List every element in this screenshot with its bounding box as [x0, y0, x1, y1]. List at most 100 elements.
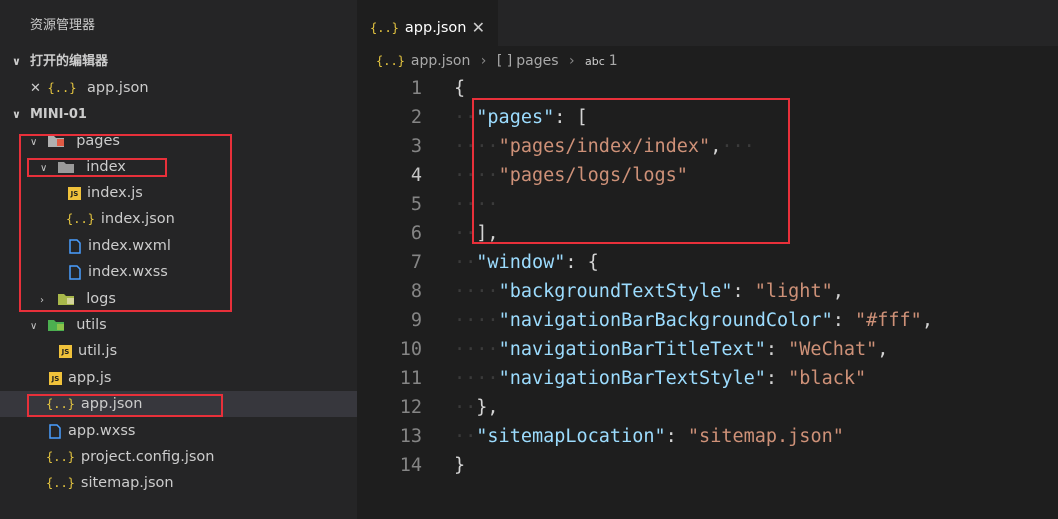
whitespace-marker: ··	[454, 252, 477, 273]
line-number: 14	[399, 455, 422, 476]
tree-label: app.js	[68, 370, 112, 386]
code-token: {	[454, 78, 466, 99]
json-file-icon: {..}	[47, 81, 77, 95]
code-token: "black"	[788, 368, 867, 389]
code-token: ,	[877, 339, 889, 360]
breadcrumb-file[interactable]: app.json	[411, 53, 470, 69]
line-number: 5	[410, 194, 422, 215]
array-icon: [ ]	[496, 53, 513, 69]
code-token: ,	[832, 281, 844, 302]
code-token: "sitemapLocation"	[476, 426, 666, 447]
code-token: :	[832, 310, 855, 331]
code-token: ,	[921, 310, 933, 331]
chevron-down-icon: ∨	[30, 321, 38, 332]
code-token: "navigationBarTitleText"	[498, 339, 766, 360]
tree-file-project-config[interactable]: {..} project.config.json	[46, 444, 214, 470]
code-token: :	[732, 281, 755, 302]
js-file-icon: JS	[59, 344, 72, 358]
code-token: "window"	[476, 252, 566, 273]
code-token: :	[665, 426, 688, 447]
line-number: 7	[410, 252, 422, 273]
code-line: 10 ····"navigationBarTitleText": "WeChat"…	[358, 335, 1058, 364]
whitespace-marker: ····	[454, 310, 499, 331]
line-number: 9	[410, 310, 422, 331]
json-file-icon: {..}	[46, 450, 75, 464]
line-number: 11	[399, 368, 422, 389]
line-number: 6	[410, 223, 422, 244]
line-number: 2	[410, 107, 422, 128]
code-token: :	[765, 368, 789, 389]
explorer-sidebar: 资源管理器 ∨ 打开的编辑器 ✕ {..} app.json ∨ MINI-01…	[0, 0, 357, 519]
code-token: "#fff"	[854, 310, 922, 331]
chevron-right-icon: ›	[568, 53, 575, 69]
line-number: 4	[410, 165, 422, 186]
project-header[interactable]: ∨ MINI-01	[0, 101, 357, 128]
tab-bar: {..} app.json ✕	[358, 0, 1058, 54]
code-token: },	[476, 397, 499, 418]
code-token: : {	[565, 252, 599, 273]
tree-file-sitemap[interactable]: {..} sitemap.json	[46, 470, 174, 496]
code-line: 13 ··"sitemapLocation": "sitemap.json"	[358, 422, 1058, 451]
explorer-title: 资源管理器	[30, 18, 96, 33]
breadcrumb: {..} app.json › [ ] pages › abc 1	[376, 50, 618, 72]
line-number: 12	[399, 397, 422, 418]
code-line: 9 ····"navigationBarBackgroundColor": "#f…	[358, 306, 1058, 335]
code-line: 11 ····"navigationBarTextStyle": "black"	[358, 364, 1058, 393]
json-file-icon: {..}	[46, 476, 75, 490]
tree-label: app.wxss	[68, 423, 136, 439]
highlight-box-index	[27, 158, 167, 177]
chevron-down-icon: ∨	[12, 55, 21, 68]
file-icon	[49, 423, 61, 439]
json-file-icon: {..}	[376, 54, 405, 68]
chevron-down-icon: ∨	[12, 108, 21, 121]
tree-label: util.js	[78, 343, 118, 359]
highlight-box-pages-array	[472, 98, 790, 244]
tab-label: app.json	[404, 20, 467, 36]
js-file-icon: JS	[49, 371, 62, 385]
line-number: 8	[410, 281, 422, 302]
line-number: 10	[399, 339, 422, 360]
highlight-box-app-json	[27, 394, 223, 417]
breadcrumb-key[interactable]: pages	[516, 53, 558, 69]
open-editors-header[interactable]: ∨ 打开的编辑器	[0, 48, 357, 75]
code-token: "navigationBarTextStyle"	[498, 368, 766, 389]
code-line: 8 ····"backgroundTextStyle": "light",	[358, 277, 1058, 306]
code-token: "navigationBarBackgroundColor"	[498, 310, 833, 331]
code-line: 12 ··},	[358, 393, 1058, 422]
project-label: MINI-01	[30, 107, 87, 122]
tree-label: sitemap.json	[80, 475, 174, 491]
code-token: "sitemap.json"	[687, 426, 844, 447]
close-icon[interactable]: ✕	[472, 0, 485, 56]
chevron-right-icon: ›	[480, 53, 487, 69]
code-token: }	[454, 455, 466, 476]
line-number: 1	[410, 78, 422, 99]
line-number: 13	[399, 426, 422, 447]
tree-file-app-wxss[interactable]: app.wxss	[49, 418, 135, 444]
code-line: 14}	[358, 451, 1058, 480]
code-token: "backgroundTextStyle"	[498, 281, 733, 302]
utils-folder-icon	[47, 320, 64, 331]
code-token: "WeChat"	[788, 339, 878, 360]
line-number: 3	[410, 136, 422, 157]
whitespace-marker: ··	[454, 426, 477, 447]
whitespace-marker: ····	[454, 368, 499, 389]
open-editors-label: 打开的编辑器	[30, 54, 109, 69]
string-icon: abc	[585, 55, 605, 68]
whitespace-marker: ··	[454, 397, 477, 418]
editor-area: {..} app.json ✕ {..} app.json › [ ] pages ›…	[358, 0, 1058, 519]
tree-file-app-js[interactable]: JS app.js	[49, 365, 112, 391]
tree-label: project.config.json	[80, 449, 215, 465]
json-file-icon: {..}	[370, 21, 399, 35]
breadcrumb-value[interactable]: 1	[609, 53, 618, 69]
tree-folder-utils[interactable]: ∨ utils	[30, 312, 107, 338]
code-line: 7 ··"window": {	[358, 248, 1058, 277]
whitespace-marker: ····	[454, 339, 499, 360]
whitespace-marker: ····	[454, 281, 499, 302]
close-icon[interactable]: ✕	[30, 81, 41, 96]
tree-file-util-js[interactable]: JS util.js	[59, 338, 117, 364]
tree-label: utils	[76, 317, 107, 333]
code-token: :	[765, 339, 789, 360]
open-editor-item[interactable]: ✕ {..} app.json	[30, 75, 149, 101]
tab-app-json[interactable]: {..} app.json ✕	[358, 0, 498, 54]
open-editor-name: app.json	[87, 80, 149, 96]
